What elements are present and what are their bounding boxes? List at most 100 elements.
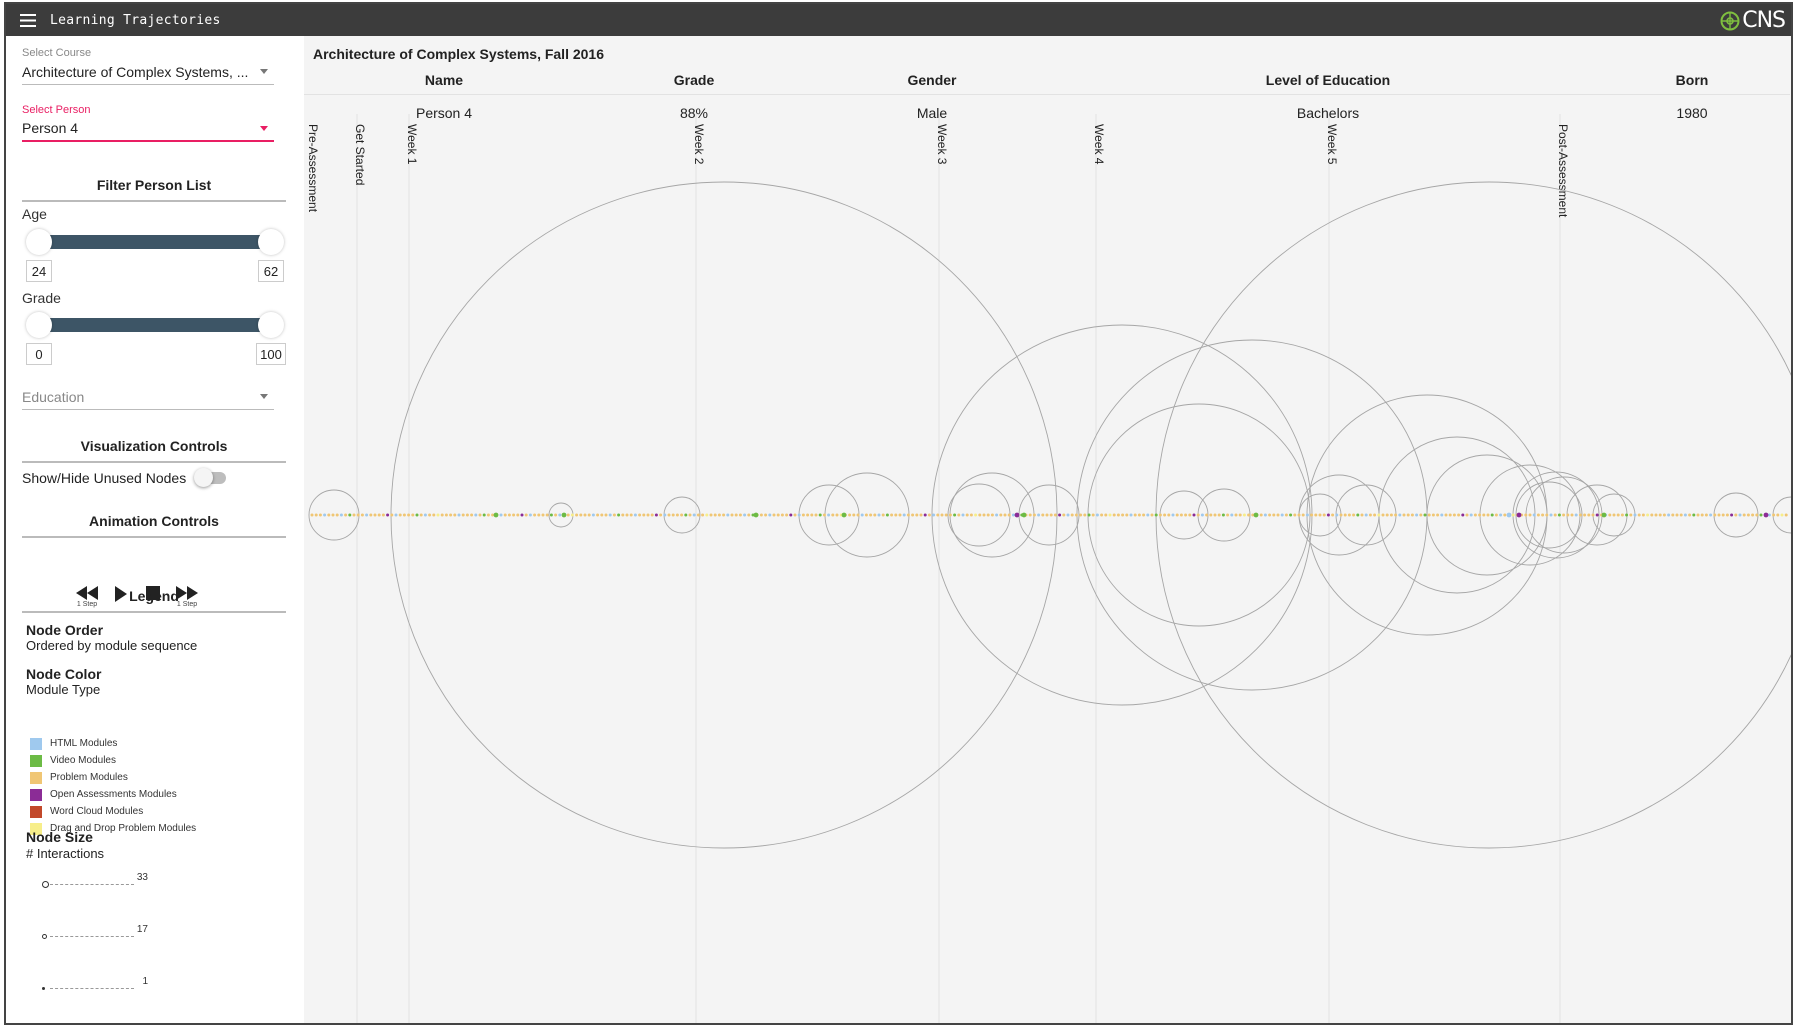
module-node	[919, 513, 923, 517]
age-min-handle[interactable]	[26, 229, 52, 255]
module-node	[835, 513, 839, 517]
module-node	[1612, 513, 1616, 517]
module-node	[1070, 513, 1074, 517]
module-node	[625, 513, 629, 517]
age-range-slider[interactable]	[40, 235, 262, 249]
module-node	[726, 513, 730, 517]
hamburger-menu-icon[interactable]	[6, 4, 50, 36]
module-node	[986, 513, 990, 517]
module-node	[369, 513, 373, 517]
person-born: 1980	[1676, 105, 1708, 121]
module-node	[1179, 513, 1183, 517]
module-node	[1247, 513, 1251, 517]
module-node	[734, 513, 738, 517]
module-node	[696, 513, 700, 517]
module-node	[1478, 513, 1482, 517]
module-node	[348, 513, 352, 517]
module-node	[1620, 513, 1624, 517]
person-grade: 88%	[679, 105, 709, 121]
module-node	[1368, 513, 1372, 517]
module-node	[1532, 513, 1536, 517]
module-node	[612, 513, 616, 517]
grade-max-handle[interactable]	[258, 312, 284, 338]
module-node	[1658, 513, 1662, 517]
module-node	[419, 513, 423, 517]
module-node	[890, 513, 894, 517]
course-select[interactable]: Architecture of Complex Systems, ...	[22, 59, 274, 85]
section-label: Post-Assessment	[1556, 124, 1570, 218]
module-node	[650, 513, 654, 517]
module-node	[474, 513, 478, 517]
module-node	[1326, 513, 1330, 517]
module-node	[1014, 512, 1020, 518]
person-select[interactable]: Person 4	[22, 116, 274, 142]
module-node	[1625, 513, 1629, 517]
unused-nodes-toggle[interactable]	[194, 468, 227, 487]
module-node	[1364, 513, 1368, 517]
module-node	[747, 513, 751, 517]
person-select-label: Select Person	[22, 104, 91, 116]
column-header-grade: Grade	[673, 72, 715, 88]
module-node	[1465, 513, 1469, 517]
legend-label: Word Cloud Modules	[50, 806, 144, 817]
module-node	[499, 513, 503, 517]
grade-range-slider[interactable]	[40, 318, 262, 332]
module-node	[1289, 513, 1293, 517]
person-gender: Male	[916, 105, 948, 121]
module-node	[1104, 513, 1108, 517]
module-node	[772, 513, 776, 517]
module-node	[1234, 513, 1238, 517]
module-node	[1335, 513, 1339, 517]
course-select-label: Select Course	[22, 47, 92, 59]
module-node	[1360, 513, 1364, 517]
module-node	[1473, 513, 1477, 517]
legend-swatch	[30, 771, 42, 784]
module-node	[1692, 513, 1696, 517]
module-node	[642, 513, 646, 517]
education-select[interactable]: Education	[22, 384, 274, 410]
module-node	[314, 513, 318, 517]
trajectory-visualization[interactable]: Pre-Assessment Get Started Week 1 Week 2 Wee…	[304, 36, 1791, 1025]
age-max-value: 62	[258, 260, 284, 282]
module-node	[1402, 513, 1406, 517]
module-node	[1704, 513, 1708, 517]
module-node	[810, 513, 814, 517]
module-node	[1436, 513, 1440, 517]
size-dot	[42, 934, 47, 939]
module-node	[335, 513, 339, 517]
module-node	[1541, 513, 1545, 517]
size-legend-small: 1	[40, 976, 160, 996]
module-node	[1629, 513, 1633, 517]
module-node	[1461, 513, 1465, 517]
age-max-handle[interactable]	[258, 229, 284, 255]
module-node	[667, 513, 671, 517]
top-bar: Learning Trajectories CNS	[6, 4, 1791, 36]
module-node	[566, 513, 570, 517]
section-label: Week 2	[692, 124, 706, 165]
module-node	[974, 513, 978, 517]
module-node	[381, 513, 385, 517]
module-node	[1041, 513, 1045, 517]
module-node	[1524, 513, 1528, 517]
module-node	[1209, 513, 1213, 517]
module-node	[1125, 513, 1129, 517]
module-node	[759, 513, 763, 517]
module-node	[1511, 513, 1515, 517]
module-node	[1242, 513, 1246, 517]
module-node	[444, 513, 448, 517]
module-node	[659, 513, 663, 517]
module-node	[1654, 513, 1658, 517]
main-panel: Pre-Assessment Get Started Week 1 Week 2 Wee…	[304, 36, 1791, 1023]
module-node	[461, 513, 465, 517]
legend-item: Problem Modules	[30, 769, 196, 786]
cns-logo: CNS	[1720, 8, 1786, 33]
module-node	[1646, 513, 1650, 517]
trajectory-arc	[1018, 484, 1080, 546]
module-node	[1784, 513, 1788, 517]
module-node	[1516, 512, 1522, 518]
module-node	[617, 513, 621, 517]
course-select-value: Architecture of Complex Systems, ...	[22, 63, 249, 80]
grade-min-handle[interactable]	[26, 312, 52, 338]
legend-item: Open Assessments Modules	[30, 786, 196, 803]
module-node	[1423, 513, 1427, 517]
